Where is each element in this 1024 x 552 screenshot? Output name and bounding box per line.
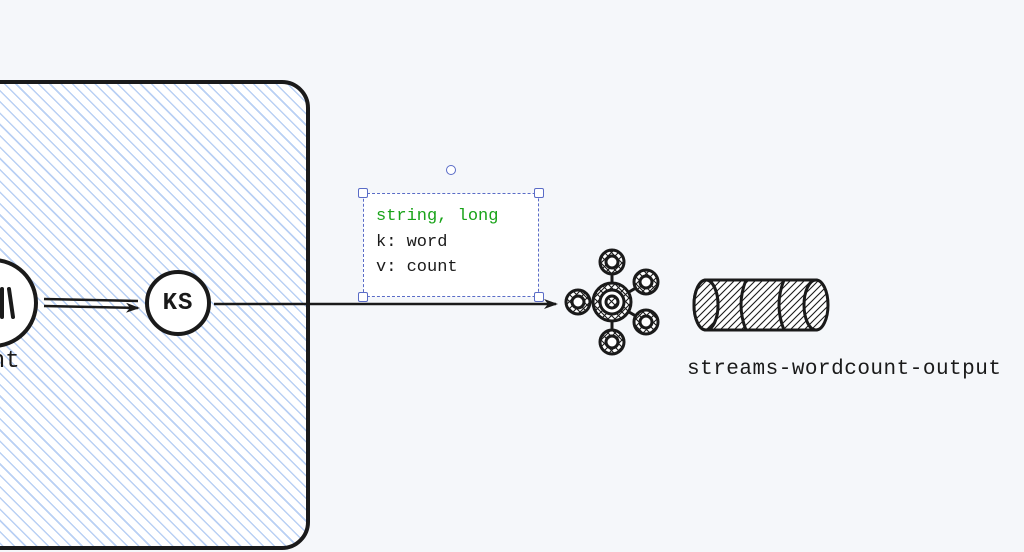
stream-type-annotation[interactable]: string, long k: word v: count — [363, 193, 539, 297]
rotate-handle-icon[interactable] — [446, 165, 456, 175]
topic-cylinder-icon[interactable] — [692, 274, 830, 336]
type-line: string, long — [376, 204, 526, 230]
kafka-cluster-icon[interactable] — [552, 242, 672, 362]
node-count-label: ount — [0, 348, 20, 375]
node-ks-label: KS — [163, 290, 194, 317]
resize-handle-se-icon[interactable] — [534, 292, 544, 302]
stream-type-text[interactable]: string, long k: word v: count — [363, 193, 539, 297]
output-topic-label: streams-wordcount-output — [687, 358, 1001, 381]
resize-handle-ne-icon[interactable] — [534, 188, 544, 198]
resize-handle-nw-icon[interactable] — [358, 188, 368, 198]
key-line: k: word — [376, 230, 526, 256]
resize-handle-sw-icon[interactable] — [358, 292, 368, 302]
value-line: v: count — [376, 255, 526, 281]
diagram-canvas[interactable]: ount KS string, long k: word v: count — [0, 0, 1024, 552]
node-ks[interactable]: KS — [145, 270, 211, 336]
tally-icon — [0, 283, 23, 323]
